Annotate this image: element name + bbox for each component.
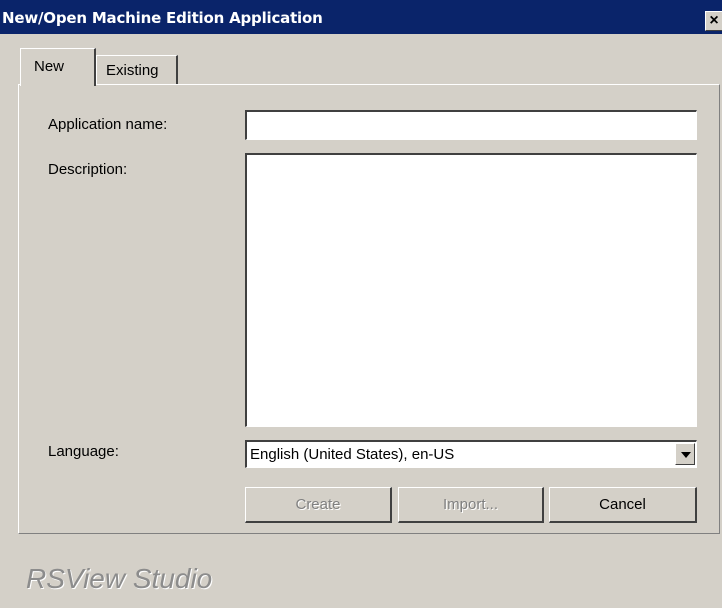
window-title: New/Open Machine Edition Application [2, 9, 323, 27]
close-icon: × [709, 12, 719, 29]
application-name-label: Application name: [48, 116, 168, 133]
create-button[interactable]: Create [245, 487, 392, 523]
tab-existing[interactable]: Existing [96, 55, 178, 85]
close-button[interactable]: × [705, 11, 722, 31]
title-bar: New/Open Machine Edition Application × [0, 0, 722, 34]
language-label: Language: [48, 443, 119, 460]
chevron-down-icon[interactable] [675, 443, 695, 465]
product-brand: RSView Studio [26, 563, 213, 594]
application-name-field[interactable] [245, 110, 697, 140]
tab-new-label: New [34, 58, 65, 75]
language-select[interactable]: English (United States), en-US [245, 440, 697, 468]
tab-new[interactable]: New [20, 48, 96, 86]
language-selected-value: English (United States), en-US [250, 446, 455, 463]
tab-existing-label: Existing [106, 62, 159, 79]
application-name-input[interactable] [247, 112, 696, 139]
cancel-button[interactable]: Cancel [549, 487, 697, 523]
description-field[interactable] [245, 153, 697, 427]
description-label: Description: [48, 161, 128, 178]
import-button[interactable]: Import... [398, 487, 544, 523]
description-textarea[interactable] [247, 155, 696, 426]
